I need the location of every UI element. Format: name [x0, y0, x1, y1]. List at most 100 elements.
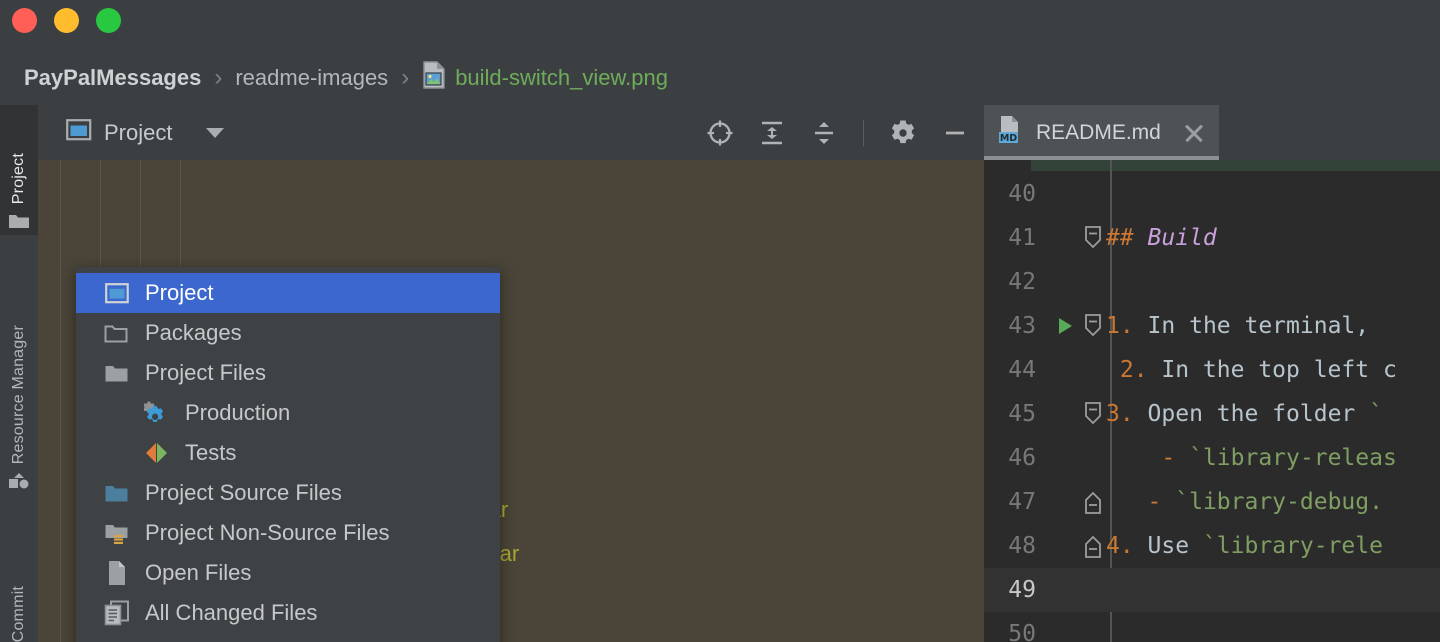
menu-item-label: Tests	[185, 440, 237, 465]
menu-item-project-non-source-files[interactable]: Project Non-Source Files	[76, 513, 500, 553]
code-token: -	[1106, 489, 1176, 515]
code-token: `library-debug.	[1175, 489, 1383, 515]
fold-end-icon[interactable]	[1080, 489, 1106, 515]
menu-item-label: Project Source Files	[145, 480, 342, 505]
close-window-button[interactable]	[12, 8, 37, 33]
line-number: 47	[1008, 489, 1036, 515]
fold-collapse-icon[interactable]	[1080, 401, 1106, 427]
menu-item-production[interactable]: Production	[76, 393, 500, 433]
editor-tab-readme[interactable]: MD README.md	[984, 105, 1219, 160]
fold-collapse-icon[interactable]	[1080, 313, 1106, 339]
menu-item-label: Project Non-Source Files	[145, 520, 390, 545]
code-token: Use	[1133, 533, 1203, 559]
code-line[interactable]: 42	[984, 260, 1440, 304]
svg-text:MD: MD	[1000, 133, 1017, 144]
line-number: 45	[1008, 401, 1036, 427]
fold-collapse-icon[interactable]	[1080, 225, 1106, 251]
code-line[interactable]: 49	[984, 568, 1440, 612]
code-line[interactable]: 50	[984, 612, 1440, 642]
all-changed-files-icon	[104, 600, 130, 626]
close-icon[interactable]	[1183, 122, 1205, 144]
image-file-icon	[422, 61, 446, 94]
code-editor[interactable]: 40 41 ## Build 42 43 1. In the terminal, 44 2.…	[984, 160, 1440, 642]
menu-item-open-files[interactable]: Open Files	[76, 553, 500, 593]
project-panel-header: Project	[38, 105, 984, 160]
code-line[interactable]: 46 - `library-releas	[984, 436, 1440, 480]
production-gears-icon	[144, 400, 170, 426]
toolbar-separator	[863, 119, 864, 146]
code-token: ##	[1106, 225, 1148, 251]
menu-item-project[interactable]: Project	[76, 273, 500, 313]
folder-icon	[8, 212, 30, 235]
markdown-file-icon: MD	[998, 115, 1024, 151]
code-line[interactable]: 45 3. Open the folder `	[984, 392, 1440, 436]
project-view-selector[interactable]: Project	[38, 118, 225, 147]
expand-all-icon[interactable]	[755, 116, 789, 150]
code-text: 1. In the terminal,	[1106, 313, 1440, 339]
menu-item-label: Open Files	[145, 560, 252, 585]
project-view-icon	[104, 280, 130, 306]
tests-icon	[144, 440, 170, 466]
sidebar-item-resource-manager[interactable]: Resource Manager	[0, 245, 38, 495]
line-number: 40	[1008, 181, 1036, 207]
code-token: `library-releas	[1189, 445, 1397, 471]
menu-item-project-files[interactable]: Project Files	[76, 353, 500, 393]
code-text: - `library-releas	[1106, 445, 1440, 471]
editor-tab-bar: MD README.md	[984, 105, 1440, 160]
menu-item-tests[interactable]: Tests	[76, 433, 500, 473]
sidebar-item-label: Project	[10, 152, 27, 204]
packages-icon	[104, 320, 130, 346]
menu-item-scratches-and-consoles[interactable]: Scratches and Consoles	[76, 633, 500, 642]
gear-icon[interactable]	[886, 116, 920, 150]
code-line[interactable]: 40	[984, 172, 1440, 216]
window-controls	[12, 8, 121, 33]
menu-item-all-changed-files[interactable]: All Changed Files	[76, 593, 500, 633]
code-line[interactable]: 48 4. Use `library-rele	[984, 524, 1440, 568]
breadcrumb-item-project[interactable]: PayPalMessages	[24, 65, 201, 91]
fold-end-icon[interactable]	[1080, 533, 1106, 559]
code-text: ## Build	[1106, 225, 1440, 251]
left-tool-window-bar: Project Resource Manager Commit	[0, 105, 38, 642]
hide-icon[interactable]	[938, 116, 972, 150]
code-line[interactable]: 44 2. In the top left c	[984, 348, 1440, 392]
code-line[interactable]: 47 - `library-debug.	[984, 480, 1440, 524]
code-token: 1.	[1106, 313, 1134, 339]
resource-manager-icon	[8, 472, 30, 495]
code-text: 2. In the top left c	[1106, 357, 1440, 383]
code-token: Build	[1147, 225, 1217, 251]
source-folder-icon	[104, 480, 130, 506]
menu-item-packages[interactable]: Packages	[76, 313, 500, 353]
code-text: 3. Open the folder `	[1106, 401, 1440, 427]
line-number: 49	[1008, 577, 1036, 603]
sidebar-item-project[interactable]: Project	[0, 105, 38, 235]
editor-tab-label: README.md	[1036, 120, 1161, 144]
code-token: In the top left c	[1147, 357, 1397, 383]
code-line[interactable]: 41 ## Build	[984, 216, 1440, 260]
breadcrumb-item-file[interactable]: build-switch_view.png	[455, 65, 668, 91]
code-token: 2.	[1106, 357, 1148, 383]
chevron-down-icon[interactable]	[206, 127, 225, 138]
project-view-dropdown-menu[interactable]: Project Packages Project Files Productio…	[76, 267, 500, 642]
line-number: 50	[1008, 621, 1036, 642]
run-icon[interactable]	[1050, 316, 1080, 336]
editor-area: MD README.md 40 41 ## Build 42 43 1. In the t…	[984, 105, 1440, 642]
line-number: 43	[1008, 313, 1036, 339]
non-source-folder-icon	[104, 520, 130, 546]
menu-item-project-source-files[interactable]: Project Source Files	[76, 473, 500, 513]
sidebar-item-label: Commit	[10, 585, 27, 642]
sidebar-item-commit[interactable]: Commit	[0, 545, 38, 642]
select-opened-file-icon[interactable]	[703, 116, 737, 150]
code-token: -	[1106, 445, 1190, 471]
menu-item-label: Production	[185, 400, 291, 425]
code-line[interactable]: 43 1. In the terminal,	[984, 304, 1440, 348]
collapse-all-icon[interactable]	[807, 116, 841, 150]
code-token: `	[1369, 401, 1383, 427]
maximize-window-button[interactable]	[96, 8, 121, 33]
breadcrumb-separator-icon: ›	[214, 63, 223, 91]
project-view-icon	[66, 118, 92, 147]
code-token: Open the folder	[1133, 401, 1370, 427]
line-number: 41	[1008, 225, 1036, 251]
code-token: 3.	[1106, 401, 1134, 427]
breadcrumb-item-folder[interactable]: readme-images	[235, 65, 388, 91]
minimize-window-button[interactable]	[54, 8, 79, 33]
